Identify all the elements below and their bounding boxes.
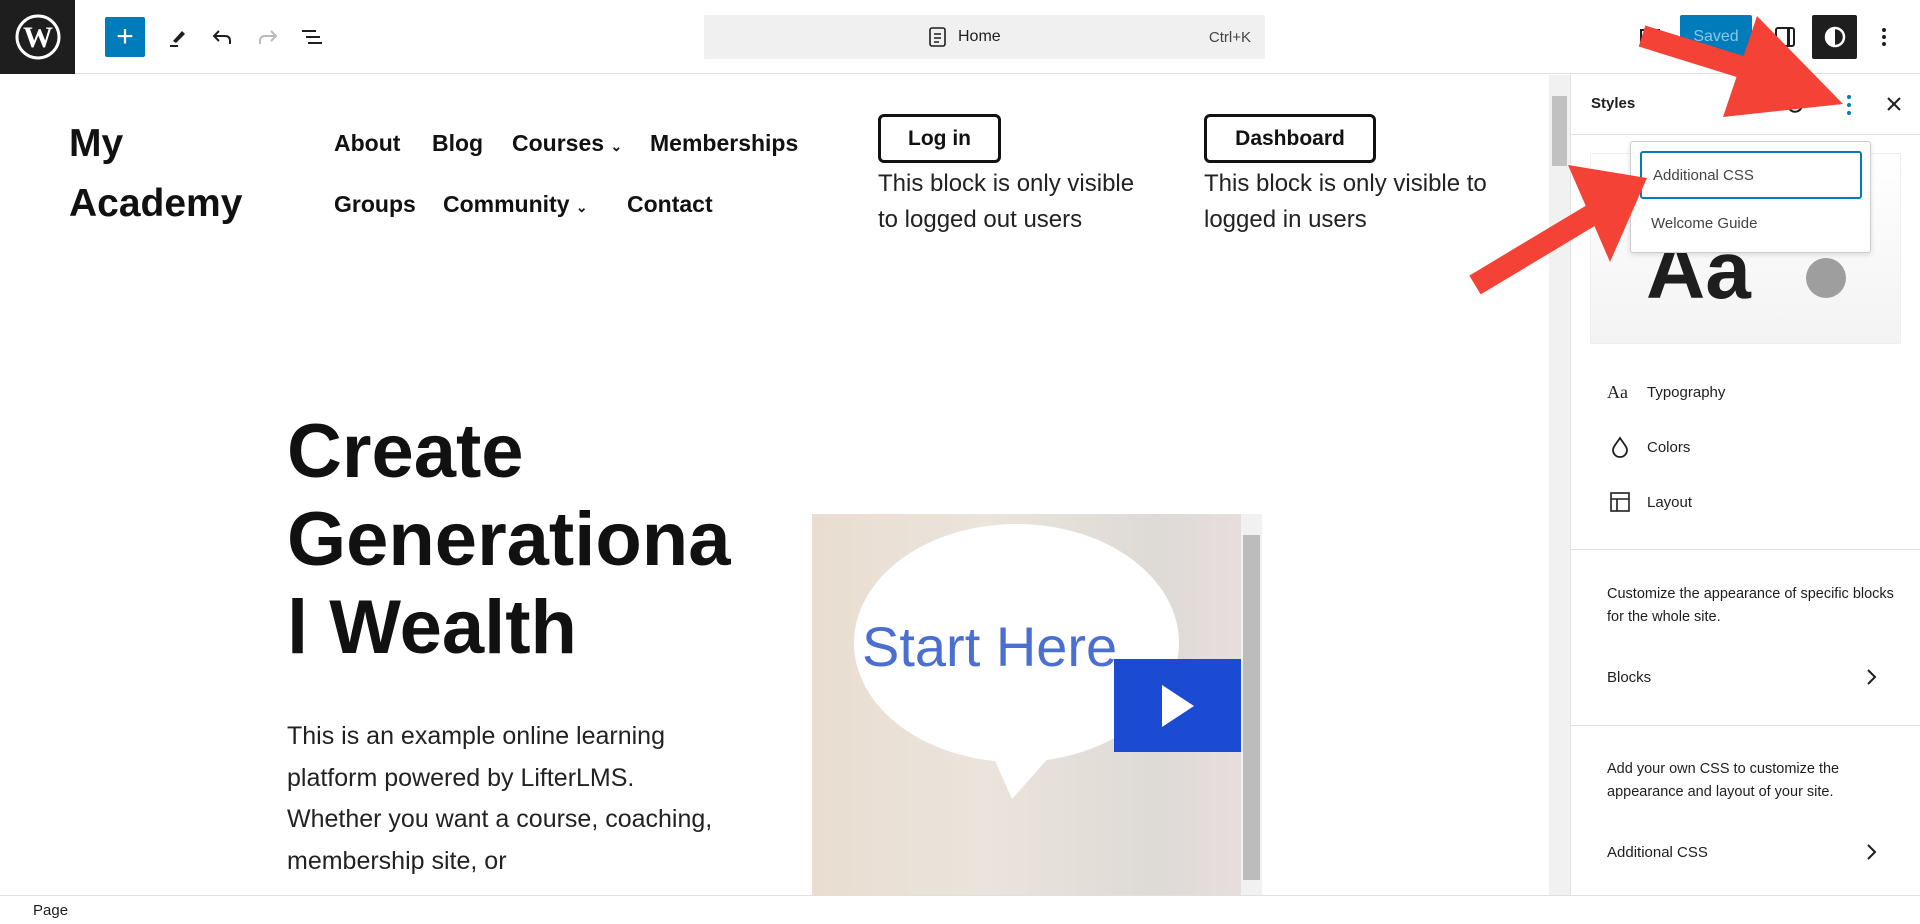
more-vertical-icon [1882, 28, 1886, 46]
list-view-icon [302, 30, 322, 44]
blocks-nav-item[interactable]: Blocks [1571, 657, 1920, 697]
nav-item-groups[interactable]: Groups [334, 191, 416, 218]
canvas-scroll-thumb[interactable] [1552, 96, 1567, 166]
status-bar: Page [0, 895, 1920, 924]
command-palette-button[interactable]: Home Ctrl+K [704, 15, 1265, 59]
site-title[interactable]: My Academy [69, 114, 242, 234]
sidebar-item-typography[interactable]: Aa Typography [1571, 372, 1920, 412]
hero-paragraph: This is an example online learning platf… [287, 722, 713, 875]
nav-item-courses[interactable]: Courses ⌄ [512, 130, 622, 157]
sidebar-title: Styles [1591, 95, 1636, 112]
save-button[interactable]: Saved [1680, 15, 1752, 59]
editor-toolbar: W + Home Ctrl+K Saved [0, 0, 1920, 74]
video-scroll-thumb[interactable] [1243, 535, 1260, 880]
settings-panel-toggle[interactable] [1765, 17, 1805, 57]
play-icon [1161, 684, 1194, 727]
options-button[interactable] [1864, 17, 1904, 57]
typography-icon: Aa [1607, 381, 1628, 402]
wordpress-logo-button[interactable]: W [0, 0, 75, 74]
chevron-right-icon [1867, 844, 1877, 860]
document-title: Home [958, 28, 1001, 45]
canvas-scrollbar[interactable] [1549, 75, 1570, 895]
login-visibility-note: This block is only visible to logged out… [878, 170, 1135, 233]
desktop-icon [1640, 29, 1660, 43]
video-scrollbar[interactable] [1241, 514, 1262, 895]
edit-tool-button[interactable] [158, 17, 198, 57]
preview-color-dot [1806, 258, 1846, 298]
sidebar-item-colors[interactable]: Colors [1571, 427, 1920, 467]
svg-text:W: W [23, 21, 53, 54]
divider [1571, 549, 1920, 550]
nav-item-memberships[interactable]: Memberships [650, 130, 798, 157]
breadcrumb[interactable]: Page [33, 902, 68, 919]
nav-item-blog[interactable]: Blog [432, 130, 483, 157]
styles-options-menu: Additional CSS Welcome Guide [1630, 141, 1871, 253]
video-title: Start Here [862, 615, 1118, 678]
add-block-button[interactable]: + [105, 17, 145, 57]
chevron-right-icon [1867, 669, 1877, 685]
additional-css-description: Add your own CSS to customize the appear… [1607, 761, 1840, 800]
dashboard-button[interactable]: Dashboard [1204, 114, 1376, 163]
chevron-down-icon: ⌄ [610, 138, 623, 154]
menu-item-additional-css[interactable]: Additional CSS [1640, 151, 1862, 199]
styles-button[interactable] [1812, 15, 1857, 59]
nav-item-about[interactable]: About [334, 130, 400, 157]
page-icon [929, 27, 946, 47]
hero-heading: Create Generational Wealth [287, 409, 731, 670]
view-button[interactable] [1630, 17, 1670, 57]
droplet-icon [1612, 436, 1628, 458]
blocks-description: Customize the appearance of specific blo… [1607, 586, 1894, 625]
sidebar-item-layout[interactable]: Layout [1571, 482, 1920, 522]
shortcut-hint: Ctrl+K [1208, 29, 1251, 46]
more-vertical-icon[interactable] [1845, 93, 1853, 117]
bubble-tail [992, 754, 1052, 799]
wordpress-icon: W [15, 14, 60, 60]
contrast-icon [1824, 26, 1845, 48]
undo-icon [212, 30, 231, 44]
play-button[interactable] [1114, 659, 1241, 752]
redo-button[interactable] [248, 17, 288, 57]
nav-item-community[interactable]: Community ⌄ [443, 191, 588, 218]
redo-icon [259, 30, 278, 44]
layout-icon [1610, 492, 1630, 512]
additional-css-nav-item[interactable]: Additional CSS [1571, 832, 1920, 872]
divider [1571, 725, 1920, 726]
menu-item-welcome-guide[interactable]: Welcome Guide [1640, 204, 1862, 244]
sidebar-icon [1775, 27, 1795, 47]
dashboard-visibility-note: This block is only visible to logged in … [1204, 170, 1487, 233]
close-icon[interactable] [1885, 95, 1903, 113]
pencil-icon [170, 31, 185, 47]
undo-button[interactable] [202, 17, 242, 57]
revisions-icon[interactable] [1783, 93, 1807, 117]
login-button[interactable]: Log in [878, 114, 1001, 163]
video-embed[interactable]: Start Here [812, 514, 1241, 895]
divider [1571, 134, 1920, 135]
nav-item-contact[interactable]: Contact [627, 191, 713, 218]
list-view-button[interactable] [293, 17, 333, 57]
chevron-down-icon: ⌄ [575, 199, 588, 215]
